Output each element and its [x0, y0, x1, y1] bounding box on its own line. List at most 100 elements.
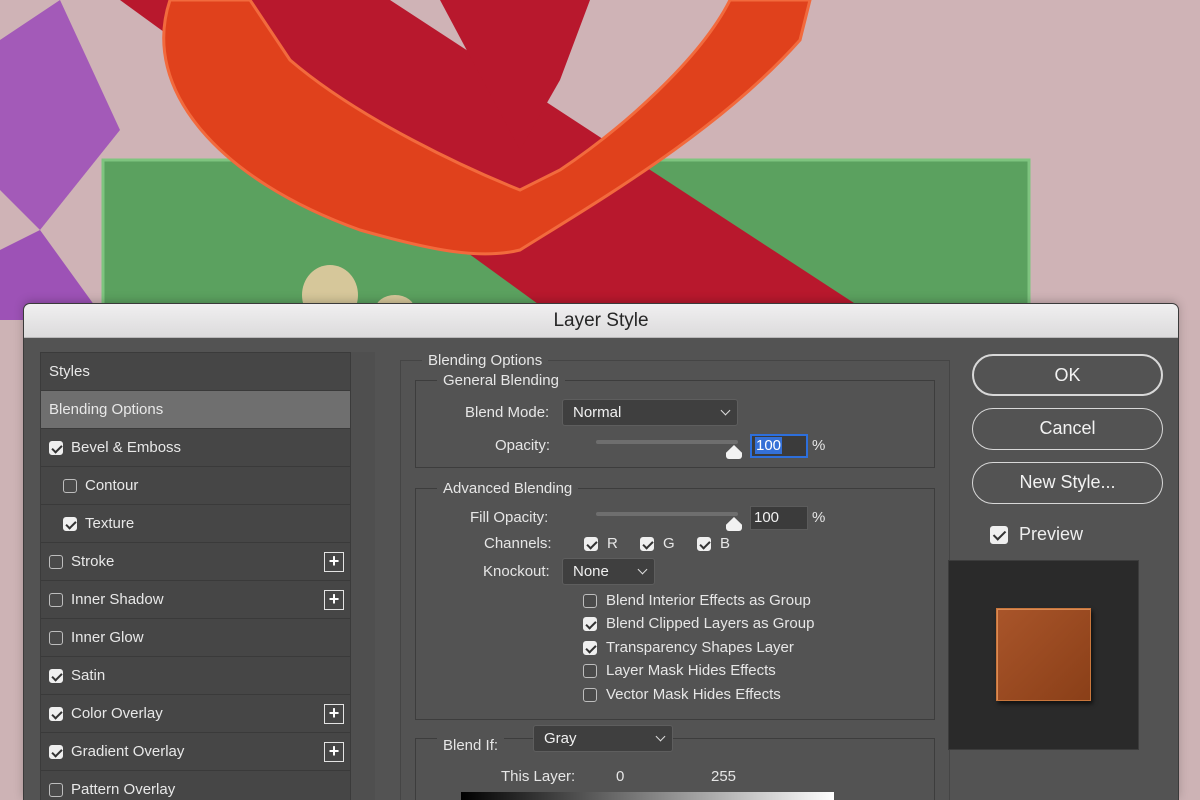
cancel-button[interactable]: Cancel [972, 408, 1163, 450]
style-item-label: Inner Shadow [71, 591, 164, 608]
dialog-title: Layer Style [24, 304, 1178, 338]
style-item-inner-glow[interactable]: Inner Glow [41, 619, 350, 657]
blending-options-title: Blending Options [422, 352, 549, 370]
blend-if-label: Blend If: [437, 729, 505, 763]
stroke-checkbox[interactable] [49, 554, 63, 569]
this-layer-low: 0 [616, 768, 625, 785]
style-item-label: Inner Glow [71, 629, 144, 646]
vector-mask-hides-checkbox[interactable] [583, 687, 597, 702]
blending-options-panel: Blending Options General Blending Blend … [400, 352, 950, 800]
fill-opacity-slider-track[interactable] [596, 512, 738, 516]
channel-b-label: B [720, 535, 731, 552]
opacity-label: Opacity: [495, 437, 551, 454]
style-item-stroke[interactable]: Stroke + [41, 543, 350, 581]
contour-checkbox[interactable] [63, 478, 77, 493]
new-style-button[interactable]: New Style... [972, 462, 1163, 504]
this-layer-gradient-bar[interactable] [461, 792, 834, 800]
channel-b-checkbox[interactable] [697, 536, 711, 551]
inner-glow-checkbox[interactable] [49, 630, 63, 645]
add-color-overlay-plus-icon[interactable]: + [324, 704, 344, 724]
add-gradient-overlay-plus-icon[interactable]: + [324, 742, 344, 762]
style-item-bevel-emboss[interactable]: Bevel & Emboss [41, 429, 350, 467]
styles-header-label: Styles [49, 363, 90, 380]
this-layer-label: This Layer: [501, 768, 576, 785]
ok-button[interactable]: OK [972, 354, 1163, 396]
style-item-contour[interactable]: Contour [41, 467, 350, 505]
add-inner-shadow-plus-icon[interactable]: + [324, 590, 344, 610]
satin-checkbox[interactable] [49, 668, 63, 683]
chevron-down-icon [637, 564, 648, 575]
pattern-overlay-checkbox[interactable] [49, 782, 63, 797]
transparency-shapes-checkbox[interactable] [583, 640, 597, 655]
channels-label: Channels: [484, 535, 552, 552]
preview-checkbox[interactable] [990, 525, 1008, 544]
style-item-label: Contour [85, 477, 139, 494]
blend-if-dropdown[interactable]: Gray [533, 725, 673, 752]
blend-clipped-layers-option[interactable]: Blend Clipped Layers as Group [583, 615, 814, 632]
option-label: Blend Interior Effects as Group [606, 592, 811, 609]
preview-swatch [996, 608, 1091, 701]
preview-label: Preview [1019, 524, 1084, 544]
artwork-illustration [0, 0, 1200, 320]
chevron-down-icon [720, 405, 731, 416]
style-item-pattern-overlay[interactable]: Pattern Overlay [41, 771, 350, 800]
channel-r-checkbox[interactable] [584, 536, 598, 551]
knockout-value: None [573, 563, 609, 580]
fill-opacity-input[interactable]: 100 [750, 506, 808, 530]
style-item-label: Color Overlay [71, 705, 163, 722]
style-item-label: Pattern Overlay [71, 781, 176, 798]
style-item-label: Stroke [71, 553, 115, 570]
style-item-blending-options[interactable]: Blending Options [41, 391, 350, 429]
knockout-dropdown[interactable]: None [562, 558, 655, 585]
opacity-slider-track[interactable] [596, 440, 738, 444]
style-item-label: Blending Options [49, 401, 164, 418]
style-item-label: Bevel & Emboss [71, 439, 182, 456]
preview-option[interactable]: Preview [990, 524, 1083, 545]
layer-mask-hides-option[interactable]: Layer Mask Hides Effects [583, 662, 776, 679]
blend-mode-label: Blend Mode: [465, 404, 550, 421]
channel-b-option[interactable]: B [697, 535, 730, 552]
blend-mode-value: Normal [573, 404, 622, 421]
channel-g-option[interactable]: G [640, 535, 675, 552]
opacity-input[interactable]: 100 [750, 434, 808, 458]
blend-if-value: Gray [544, 730, 577, 747]
fill-opacity-value: 100 [754, 509, 780, 526]
style-item-color-overlay[interactable]: Color Overlay + [41, 695, 350, 733]
fill-opacity-label: Fill Opacity: [470, 509, 549, 526]
blend-interior-effects-option[interactable]: Blend Interior Effects as Group [583, 592, 811, 609]
add-stroke-plus-icon[interactable]: + [324, 552, 344, 572]
opacity-unit: % [812, 437, 826, 454]
style-item-gradient-overlay[interactable]: Gradient Overlay + [41, 733, 350, 771]
blend-clipped-layers-checkbox[interactable] [583, 616, 597, 631]
blend-interior-effects-checkbox[interactable] [583, 593, 597, 608]
blend-mode-dropdown[interactable]: Normal [562, 399, 738, 426]
texture-checkbox[interactable] [63, 516, 77, 531]
fill-opacity-unit: % [812, 509, 826, 526]
opacity-value: 100 [755, 437, 783, 454]
general-blending-title: General Blending [437, 372, 565, 390]
this-layer-high: 255 [711, 768, 737, 785]
option-label: Layer Mask Hides Effects [606, 662, 776, 679]
transparency-shapes-option[interactable]: Transparency Shapes Layer [583, 639, 794, 656]
vector-mask-hides-option[interactable]: Vector Mask Hides Effects [583, 686, 781, 703]
knockout-label: Knockout: [483, 563, 550, 580]
style-item-inner-shadow[interactable]: Inner Shadow + [41, 581, 350, 619]
style-item-label: Texture [85, 515, 135, 532]
channel-g-checkbox[interactable] [640, 536, 654, 551]
styles-list-scrollbar[interactable] [351, 352, 375, 800]
style-preview-box [948, 560, 1139, 750]
style-item-texture[interactable]: Texture [41, 505, 350, 543]
layer-mask-hides-checkbox[interactable] [583, 663, 597, 678]
color-overlay-checkbox[interactable] [49, 706, 63, 721]
channel-r-option[interactable]: R [584, 535, 618, 552]
bevel-emboss-checkbox[interactable] [49, 440, 63, 455]
option-label: Vector Mask Hides Effects [606, 686, 781, 703]
advanced-blending-title: Advanced Blending [437, 480, 579, 498]
styles-header[interactable]: Styles [41, 353, 350, 391]
inner-shadow-checkbox[interactable] [49, 592, 63, 607]
gradient-overlay-checkbox[interactable] [49, 744, 63, 759]
channel-g-label: G [663, 535, 675, 552]
channel-r-label: R [607, 535, 618, 552]
style-item-satin[interactable]: Satin [41, 657, 350, 695]
style-item-label: Gradient Overlay [71, 743, 185, 760]
